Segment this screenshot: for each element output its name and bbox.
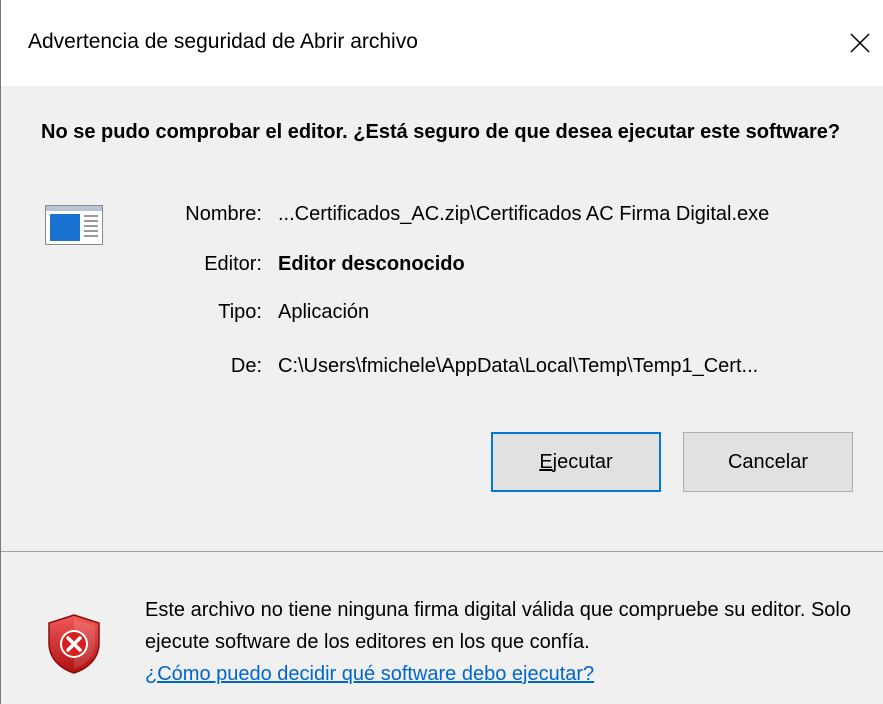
type-value: Aplicación xyxy=(278,301,370,323)
info-row-from: De: C:\Users\fmichele\AppData\Local\Temp… xyxy=(1,351,883,381)
type-label: Tipo: xyxy=(218,301,262,323)
name-label: Nombre: xyxy=(185,203,262,225)
signature-warning-text: Este archivo no tiene ninguna firma digi… xyxy=(145,599,851,653)
from-value: C:\Users\fmichele\AppData\Local\Temp\Tem… xyxy=(278,355,759,377)
footer-divider xyxy=(1,551,883,552)
run-button[interactable]: Ejecutar xyxy=(491,432,661,492)
title-bar[interactable]: Advertencia de seguridad de Abrir archiv… xyxy=(1,0,883,86)
info-row-name: Nombre: ...Certificados_AC.zip\Certifica… xyxy=(1,199,883,229)
security-warning-dialog: Advertencia de seguridad de Abrir archiv… xyxy=(0,0,883,704)
window-title: Advertencia de seguridad de Abrir archiv… xyxy=(28,30,418,53)
info-row-type: Tipo: Aplicación xyxy=(1,297,883,327)
warning-headline: No se pudo comprobar el editor. ¿Está se… xyxy=(41,121,841,143)
run-button-label: jecutar xyxy=(552,451,613,473)
info-row-publisher: Editor: Editor desconocido xyxy=(1,249,883,279)
help-link[interactable]: ¿Cómo puedo decidir qué software debo ej… xyxy=(145,658,594,690)
close-icon xyxy=(850,33,870,53)
close-button[interactable] xyxy=(839,22,879,62)
publisher-value: Editor desconocido xyxy=(278,253,465,275)
cancel-button[interactable]: Cancelar xyxy=(683,432,853,492)
red-shield-x-icon xyxy=(45,613,103,675)
name-value: ...Certificados_AC.zip\Certificados AC F… xyxy=(278,203,770,225)
from-label: De: xyxy=(230,355,262,377)
publisher-label: Editor: xyxy=(204,253,262,275)
run-button-mnemonic: E xyxy=(539,451,553,473)
